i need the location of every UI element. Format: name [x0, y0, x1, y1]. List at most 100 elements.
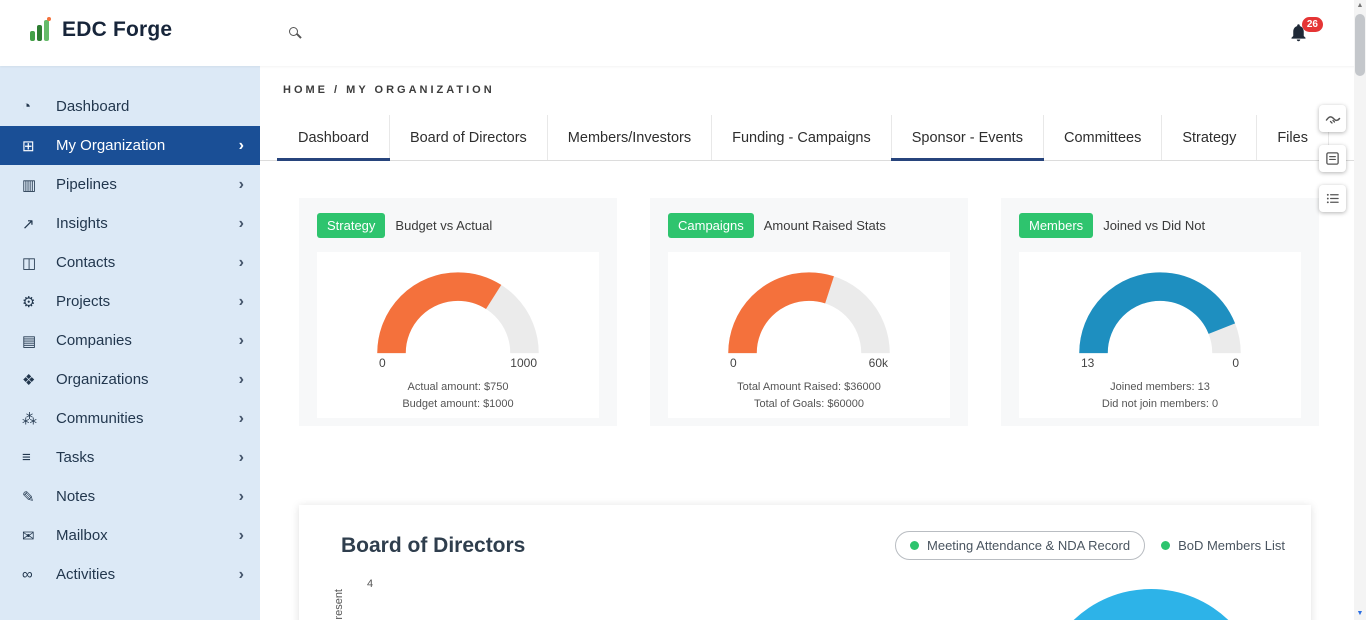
sitemap-icon: ⊞ [22, 137, 48, 155]
tab-committees[interactable]: Committees [1044, 115, 1162, 160]
sidebar-item-pipelines[interactable]: ▥ Pipelines › [0, 165, 260, 204]
legend-bod-members-list[interactable]: BoD Members List [1161, 538, 1285, 553]
sidebar-item-my-organization[interactable]: ⊞ My Organization › [0, 126, 260, 165]
gauge-min-label: 0 [379, 356, 386, 370]
pencil-icon: ✎ [22, 488, 48, 506]
people-icon: ⁂ [22, 410, 48, 428]
sidebar-item-organizations[interactable]: ❖ Organizations › [0, 360, 260, 399]
gauge-stat-line: Total of Goals: $60000 [668, 396, 950, 413]
sidebar-item-contacts[interactable]: ◫ Contacts › [0, 243, 260, 282]
handshake-icon: ∞ [22, 566, 48, 583]
sidebar-item-projects[interactable]: ⚙ Projects › [0, 282, 260, 321]
handshake-icon[interactable] [1319, 105, 1346, 132]
app-logo[interactable]: EDC Forge [26, 16, 172, 44]
gauge-chart [714, 258, 904, 357]
card-badge: Members [1019, 213, 1093, 238]
kanban-icon: ▥ [22, 176, 48, 194]
note-icon[interactable] [1319, 145, 1346, 172]
tab-strategy[interactable]: Strategy [1162, 115, 1257, 160]
sidebar-item-mailbox[interactable]: ✉ Mailbox › [0, 516, 260, 555]
scrollbar-thumb[interactable] [1355, 14, 1365, 76]
tab-members-investors[interactable]: Members/Investors [548, 115, 712, 160]
stat-cards-row: Strategy Budget vs Actual 0 1000 Actual … [299, 198, 1319, 426]
board-of-directors-panel: Board of Directors Meeting Attendance & … [299, 505, 1311, 620]
chart-line-icon: ↗ [22, 215, 48, 233]
card-title: Joined vs Did Not [1103, 218, 1205, 233]
y-axis-label: Present [333, 589, 345, 620]
vertical-scrollbar: ▲ ▼ [1354, 0, 1366, 620]
sidebar-item-notes[interactable]: ✎ Notes › [0, 477, 260, 516]
tab-board-of-directors[interactable]: Board of Directors [390, 115, 548, 160]
gauge-min-label: 0 [730, 356, 737, 370]
chevron-right-icon: › [239, 293, 244, 311]
list-icon: ≡ [22, 449, 48, 466]
chart-legend: Meeting Attendance & NDA Record BoD Memb… [895, 531, 1285, 560]
bod-members-donut-chart [1039, 589, 1263, 620]
gauge-stat-line: Joined members: 13 [1019, 379, 1301, 396]
gauge-icon: ◔ [22, 98, 48, 115]
breadcrumb: HOME / MY ORGANIZATION [283, 84, 495, 96]
sidebar: ◔ Dashboard ⊞ My Organization › ▥ Pipeli… [0, 66, 260, 620]
chevron-right-icon: › [239, 410, 244, 428]
stat-card-budget-vs-actual: Strategy Budget vs Actual 0 1000 Actual … [299, 198, 617, 426]
scroll-up-arrow[interactable]: ▲ [1354, 0, 1366, 12]
chevron-right-icon: › [239, 332, 244, 350]
legend-dot [1161, 541, 1170, 550]
sidebar-item-communities[interactable]: ⁂ Communities › [0, 399, 260, 438]
notifications-bell[interactable]: 26 [1288, 21, 1310, 45]
panel-title: Board of Directors [341, 534, 525, 558]
network-icon: ❖ [22, 371, 48, 389]
card-title: Budget vs Actual [395, 218, 492, 233]
contacts-icon: ◫ [22, 254, 48, 272]
gauge-chart [363, 258, 553, 357]
gauge-stat-line: Did not join members: 0 [1019, 396, 1301, 413]
chevron-right-icon: › [239, 527, 244, 545]
envelope-icon: ✉ [22, 527, 48, 545]
logo-icon [26, 16, 54, 44]
chevron-right-icon: › [239, 371, 244, 389]
chevron-right-icon: › [239, 137, 244, 155]
chevron-right-icon: › [239, 566, 244, 584]
quick-action-buttons [1319, 105, 1346, 212]
legend-dot [910, 541, 919, 550]
main-content: HOME / MY ORGANIZATION Dashboard Board o… [260, 66, 1366, 620]
magnifier-glyph [289, 27, 298, 36]
chevron-right-icon: › [239, 449, 244, 467]
building-icon: ▤ [22, 332, 48, 350]
card-title: Amount Raised Stats [764, 218, 886, 233]
stat-card-amount-raised: Campaigns Amount Raised Stats 0 60k Tota… [650, 198, 968, 426]
card-badge: Campaigns [668, 213, 754, 238]
tab-dashboard[interactable]: Dashboard [278, 115, 390, 160]
stat-card-joined-members: Members Joined vs Did Not 13 0 Joined me… [1001, 198, 1319, 426]
sidebar-item-companies[interactable]: ▤ Companies › [0, 321, 260, 360]
chevron-right-icon: › [239, 215, 244, 233]
gauge-max-label: 60k [869, 356, 888, 370]
search-icon[interactable] [289, 27, 305, 43]
gauge-stat-line: Budget amount: $1000 [317, 396, 599, 413]
gauge-max-label: 1000 [510, 356, 537, 370]
chevron-right-icon: › [239, 254, 244, 272]
gauge-stat-line: Actual amount: $750 [317, 379, 599, 396]
chevron-right-icon: › [239, 176, 244, 194]
card-badge: Strategy [317, 213, 385, 238]
list-icon[interactable] [1319, 185, 1346, 212]
tab-bar: Dashboard Board of Directors Members/Inv… [260, 115, 1366, 161]
tab-sponsor-events[interactable]: Sponsor - Events [892, 115, 1044, 160]
gear-icon: ⚙ [22, 293, 48, 311]
sidebar-item-tasks[interactable]: ≡ Tasks › [0, 438, 260, 477]
chevron-right-icon: › [239, 488, 244, 506]
logo-text: EDC Forge [62, 18, 172, 42]
gauge-max-label: 0 [1232, 356, 1239, 370]
scroll-down-arrow[interactable]: ▼ [1354, 608, 1366, 620]
y-axis-tick: 4 [367, 578, 373, 590]
tab-funding-campaigns[interactable]: Funding - Campaigns [712, 115, 892, 160]
sidebar-item-insights[interactable]: ↗ Insights › [0, 204, 260, 243]
notification-count-badge: 26 [1302, 17, 1323, 32]
gauge-stat-line: Total Amount Raised: $36000 [668, 379, 950, 396]
top-header: EDC Forge 26 [0, 0, 1366, 66]
sidebar-item-dashboard[interactable]: ◔ Dashboard [0, 87, 260, 126]
legend-meeting-attendance[interactable]: Meeting Attendance & NDA Record [895, 531, 1145, 560]
gauge-chart [1065, 258, 1255, 357]
sidebar-item-activities[interactable]: ∞ Activities › [0, 555, 260, 594]
gauge-min-label: 13 [1081, 356, 1094, 370]
